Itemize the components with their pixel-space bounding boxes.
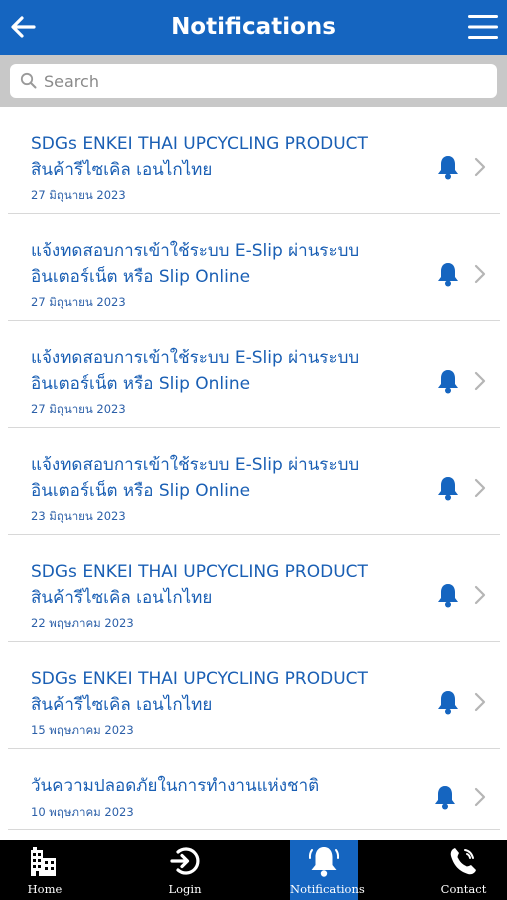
notification-date: 10 พฤษภาคม 2023 (31, 805, 134, 819)
notification-item[interactable]: แจ้งทดสอบการเข้าใช้ระบบ E-Slip ผ่านระบบอ… (8, 214, 500, 321)
notification-item[interactable]: แจ้งทดสอบการเข้าใช้ระบบ E-Slip ผ่านระบบอ… (8, 321, 500, 428)
tab-home-label: Home (27, 882, 63, 896)
bottom-tab-bar: Home Login Notifications Contact (0, 840, 507, 900)
chevron-right-icon[interactable] (473, 370, 487, 392)
notification-title: SDGs ENKEI THAI UPCYCLING PRODUCT สินค้า… (31, 669, 368, 715)
bell-icon (438, 263, 458, 287)
tab-contact[interactable]: Contact (420, 840, 507, 900)
phone-icon (450, 848, 476, 875)
notification-title: แจ้งทดสอบการเข้าใช้ระบบ E-Slip ผ่านระบบอ… (31, 455, 360, 501)
notification-item[interactable]: SDGs ENKEI THAI UPCYCLING PRODUCT สินค้า… (8, 642, 500, 749)
bell-icon (308, 847, 340, 877)
notification-item[interactable]: แจ้งทดสอบการเข้าใช้ระบบ E-Slip ผ่านระบบอ… (8, 428, 500, 535)
chevron-right-icon[interactable] (473, 584, 487, 606)
tab-login-label: Login (168, 882, 202, 896)
notification-item[interactable]: SDGs ENKEI THAI UPCYCLING PRODUCT สินค้า… (8, 107, 500, 214)
bell-icon (438, 584, 458, 608)
chevron-right-icon[interactable] (473, 263, 487, 285)
building-icon (31, 847, 56, 876)
login-icon (170, 847, 200, 875)
notification-date: 27 มิถุนายน 2023 (31, 188, 126, 202)
tab-login[interactable]: Login (140, 840, 230, 900)
notification-title: แจ้งทดสอบการเข้าใช้ระบบ E-Slip ผ่านระบบอ… (31, 348, 360, 394)
tab-notifications-label: Notifications (290, 882, 365, 896)
hamburger-menu-icon[interactable] (467, 13, 499, 41)
tab-notifications[interactable]: Notifications (290, 840, 365, 900)
notification-title: วันความปลอดภัยในการทำงานแห่งชาติ (31, 776, 320, 796)
page-title: Notifications (171, 14, 336, 40)
chevron-right-icon[interactable] (473, 156, 487, 178)
bell-icon (435, 786, 455, 810)
notification-date: 27 มิถุนายน 2023 (31, 402, 126, 416)
chevron-right-icon[interactable] (473, 477, 487, 499)
notification-item[interactable]: วันความปลอดภัยในการทำงานแห่งชาติ 10 พฤษภ… (8, 749, 500, 830)
chevron-right-icon[interactable] (473, 691, 487, 713)
search-input[interactable] (44, 64, 484, 98)
tab-home[interactable]: Home (0, 840, 90, 900)
search-bar (0, 55, 507, 107)
notification-date: 23 มิถุนายน 2023 (31, 509, 126, 523)
notification-title: SDGs ENKEI THAI UPCYCLING PRODUCT สินค้า… (31, 562, 368, 608)
tab-contact-label: Contact (440, 882, 487, 896)
notification-date: 27 มิถุนายน 2023 (31, 295, 126, 309)
notification-date: 22 พฤษภาคม 2023 (31, 616, 134, 630)
bell-icon (438, 691, 458, 715)
bell-icon (438, 477, 458, 501)
bell-icon (438, 370, 458, 394)
bell-icon (438, 156, 458, 180)
app-header: Notifications (0, 0, 507, 55)
search-box[interactable] (10, 64, 497, 98)
notification-item[interactable]: SDGs ENKEI THAI UPCYCLING PRODUCT สินค้า… (8, 535, 500, 642)
search-icon (20, 72, 37, 89)
chevron-right-icon[interactable] (473, 786, 487, 808)
notification-title: SDGs ENKEI THAI UPCYCLING PRODUCT สินค้า… (31, 134, 368, 180)
notification-date: 15 พฤษภาคม 2023 (31, 723, 134, 737)
notification-list: SDGs ENKEI THAI UPCYCLING PRODUCT สินค้า… (0, 107, 507, 840)
notification-title: แจ้งทดสอบการเข้าใช้ระบบ E-Slip ผ่านระบบอ… (31, 241, 360, 287)
